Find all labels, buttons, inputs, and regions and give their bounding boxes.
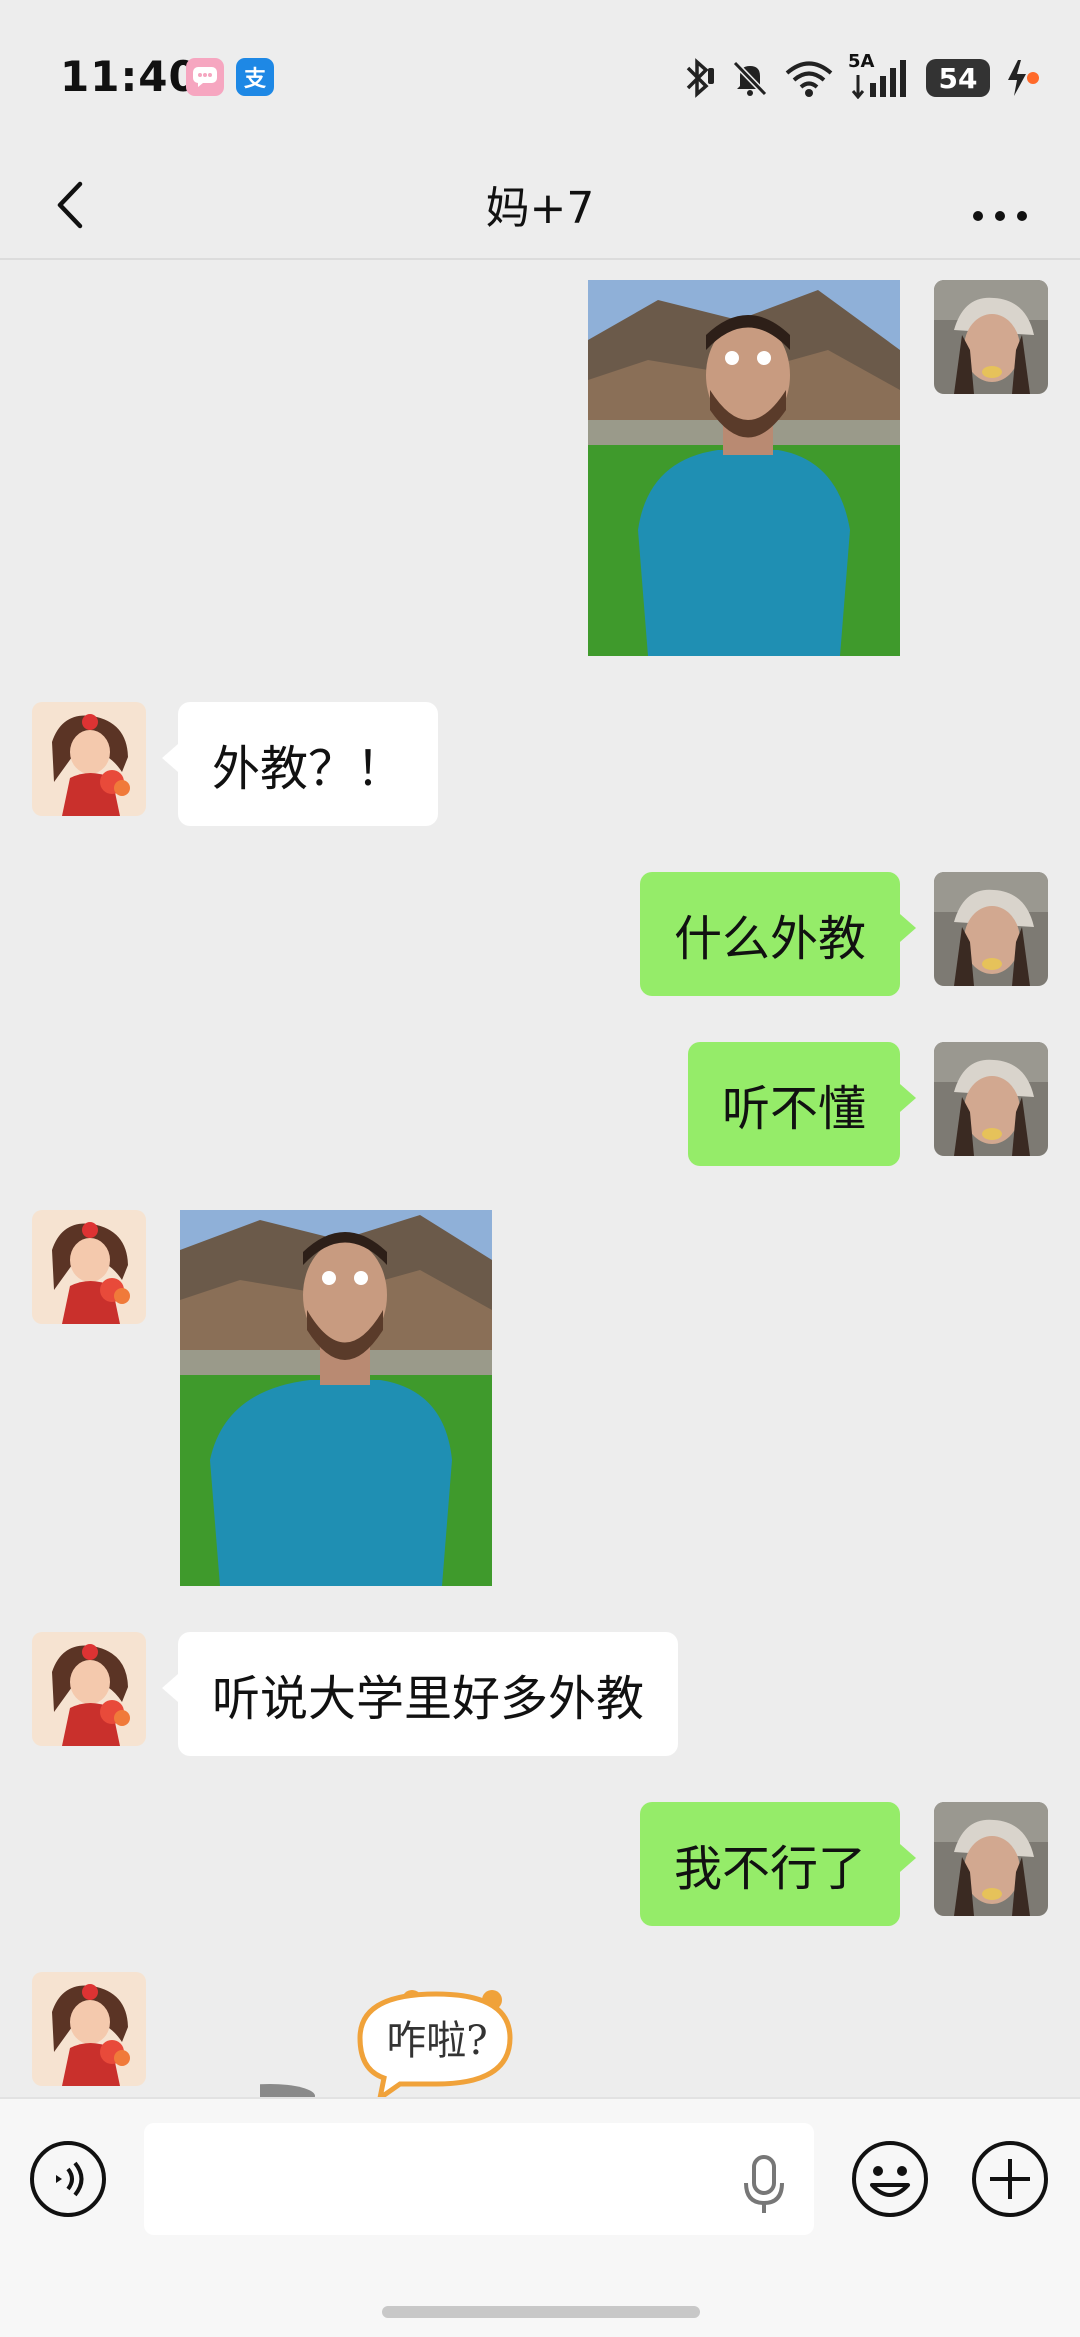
- contact-avatar[interactable]: [32, 1632, 146, 1746]
- battery-icon: 54: [926, 59, 990, 97]
- contact-avatar[interactable]: [32, 1972, 146, 2086]
- more-button[interactable]: [960, 170, 1040, 240]
- my-avatar[interactable]: [934, 1802, 1048, 1916]
- microphone-button[interactable]: [742, 2155, 786, 2215]
- message-image[interactable]: [588, 280, 900, 656]
- message-text[interactable]: 听不懂: [687, 1042, 917, 1166]
- message-text[interactable]: 外教？！: [161, 702, 439, 826]
- status-bar: 11:40 支 5A 54: [0, 0, 1080, 150]
- my-avatar[interactable]: [934, 872, 1048, 986]
- my-avatar[interactable]: [934, 280, 1048, 394]
- chat-area[interactable]: 外教？！ 什么外教 听不懂 听说大学里好多外教 我不行了 咋啦?: [0, 262, 1080, 2097]
- plus-icon: [972, 2141, 1048, 2217]
- network-type: 5A: [848, 51, 875, 72]
- wifi-icon: [785, 61, 833, 97]
- plus-button[interactable]: [970, 2139, 1050, 2219]
- more-dots-icon: [973, 211, 1027, 221]
- bluetooth-icon: [686, 58, 714, 98]
- voice-button[interactable]: [28, 2139, 108, 2219]
- input-bar: [0, 2097, 1080, 2337]
- message-image[interactable]: [180, 1210, 492, 1586]
- my-avatar[interactable]: [934, 1042, 1048, 1156]
- voice-icon: [30, 2141, 106, 2217]
- contact-avatar[interactable]: [32, 1210, 146, 1324]
- message-text[interactable]: 我不行了: [639, 1802, 917, 1926]
- message-text[interactable]: 什么外教: [639, 872, 917, 996]
- status-time: 11:40: [60, 52, 199, 101]
- sticker-text: 咋啦?: [386, 2018, 488, 2064]
- status-icons: 5A 54: [682, 51, 1040, 100]
- chat-header: 妈+7: [0, 150, 1080, 260]
- alipay-icon: 支: [236, 58, 274, 96]
- microphone-icon: [744, 2155, 784, 2213]
- message-app-icon: [186, 58, 224, 96]
- chat-title: 妈+7: [485, 183, 595, 234]
- contact-avatar[interactable]: [32, 702, 146, 816]
- home-indicator[interactable]: [382, 2306, 700, 2318]
- message-text[interactable]: 听说大学里好多外教: [161, 1632, 679, 1756]
- emoji-icon: [852, 2141, 928, 2217]
- mute-icon: [732, 60, 768, 97]
- message-sticker[interactable]: 咋啦?: [260, 1978, 520, 2097]
- message-input[interactable]: [144, 2123, 814, 2235]
- charging-icon: [1008, 60, 1039, 96]
- signal-icon: 5A: [848, 51, 912, 100]
- emoji-button[interactable]: [850, 2139, 930, 2219]
